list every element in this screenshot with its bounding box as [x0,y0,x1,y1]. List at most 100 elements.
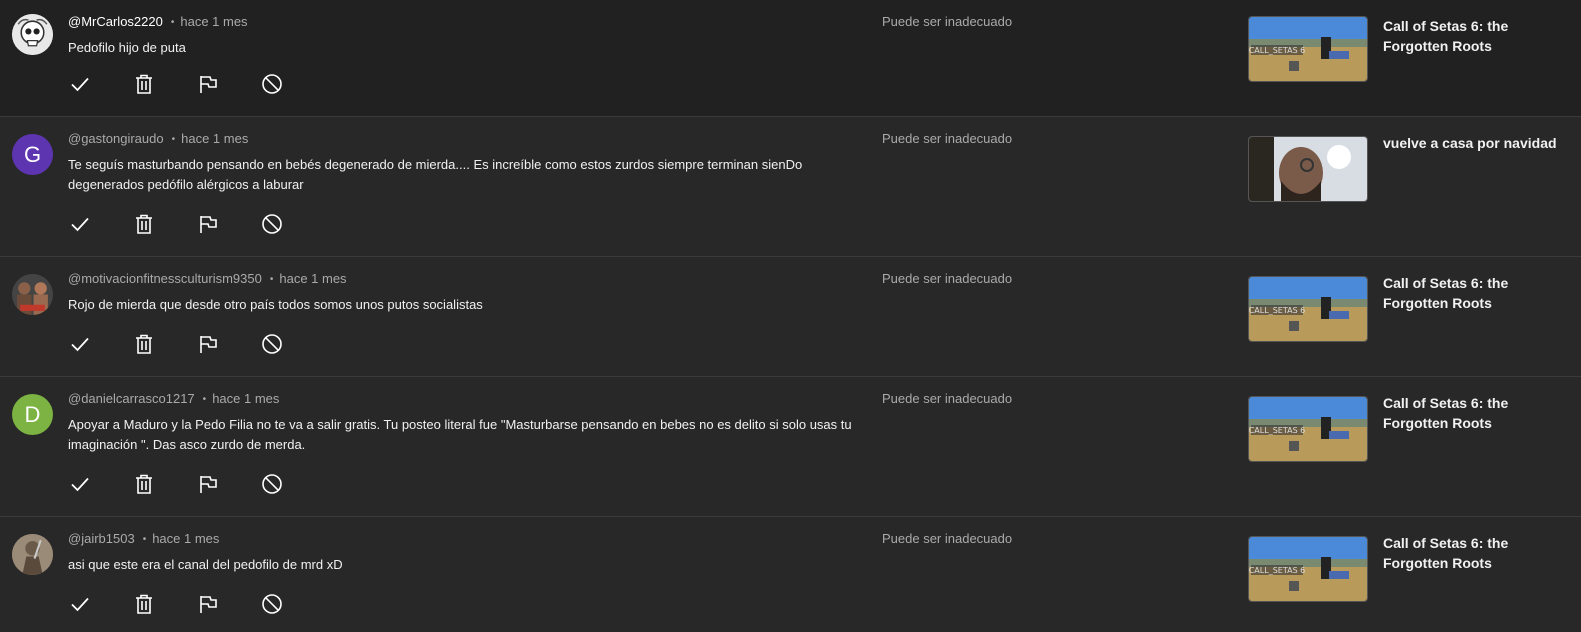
comment-time[interactable]: hace 1 mes [180,14,247,29]
flag-icon [200,476,217,493]
comment-row: @MrCarlos2220 • hace 1 mes Pedofilo hijo d… [0,0,1581,117]
approve-button[interactable] [62,326,126,362]
report-button[interactable] [190,66,254,102]
delete-button[interactable] [126,66,190,102]
meta-separator: • [171,134,176,145]
comment-text: Apoyar a Maduro y la Pedo Filia no te va… [68,417,852,452]
delete-button[interactable] [126,326,190,362]
block-icon [262,474,282,494]
check-icon [71,337,89,352]
comment-meta: @gastongiraudo • hace 1 mes [68,131,248,146]
flag-icon [200,596,217,613]
svg-text:CALL_SETAS 6: CALL_SETAS 6 [1249,306,1305,315]
hide-user-button[interactable] [254,466,318,502]
video-thumbnail-image: CALL_SETAS 6 [1249,277,1367,341]
avatar[interactable] [12,534,53,575]
approve-button[interactable] [62,586,126,622]
trash-icon [136,74,152,94]
report-button[interactable] [190,466,254,502]
avatar-letter: G [23,141,42,167]
avatar[interactable]: G [12,134,53,175]
comment-actions [62,466,318,502]
comment-meta: @MrCarlos2220 • hace 1 mes [68,14,248,29]
status-label: Puede ser inadecuado [882,14,1013,29]
video-thumbnail[interactable]: CALL_SETAS 6 [1248,276,1368,342]
video-title[interactable]: Call of Setas 6: the Forgotten Roots [1383,533,1568,573]
delete-button[interactable] [126,466,190,502]
trash-icon [136,594,152,614]
comment-time[interactable]: hace 1 mes [181,131,248,146]
video-thumbnail-image: CALL_SETAS 6 [1249,397,1367,461]
trash-icon [136,474,152,494]
report-button[interactable] [190,326,254,362]
check-icon [71,77,89,92]
status-label: Puede ser inadecuado [882,131,1013,146]
check-icon [71,477,89,492]
comment-row: G @gastongiraudo • hace 1 mes Te seguís ma… [0,117,1581,257]
video-thumbnail[interactable]: CALL_SETAS 6 [1248,396,1368,462]
statue-avatar-icon [12,534,53,575]
svg-text:CALL_SETAS 6: CALL_SETAS 6 [1249,46,1305,55]
comment-text: Rojo de mierda que desde otro país todos… [68,297,483,312]
hide-user-button[interactable] [254,586,318,622]
video-thumbnail[interactable] [1248,136,1368,202]
meta-separator: • [142,534,147,545]
comment-author[interactable]: @danielcarrasco1217 [68,391,195,406]
comment-row: @jairb1503 • hace 1 mes asi que este era e… [0,517,1581,632]
video-thumbnail[interactable]: CALL_SETAS 6 [1248,16,1368,82]
comment-time[interactable]: hace 1 mes [152,531,219,546]
comment-text: Te seguís masturbando pensando en bebés … [68,157,803,192]
meta-separator: • [202,394,207,405]
block-icon [262,334,282,354]
svg-text:CALL_SETAS 6: CALL_SETAS 6 [1249,426,1305,435]
fighters-avatar-icon [12,274,53,315]
trash-icon [136,334,152,354]
block-icon [262,74,282,94]
flag-icon [200,336,217,353]
comment-time[interactable]: hace 1 mes [212,391,279,406]
delete-button[interactable] [126,206,190,242]
check-icon [71,597,89,612]
comment-author[interactable]: @gastongiraudo [68,131,164,146]
avatar[interactable] [12,14,53,55]
hide-user-button[interactable] [254,66,318,102]
avatar[interactable] [12,274,53,315]
comment-actions [62,326,318,362]
comment-actions [62,586,318,622]
comment-row: D @danielcarrasco1217 • hace 1 mes Apoyar … [0,377,1581,517]
comment-text: Pedofilo hijo de puta [68,40,186,55]
skull-avatar-icon [12,14,53,55]
block-icon [262,594,282,614]
video-thumbnail-image: CALL_SETAS 6 [1249,537,1367,601]
comment-author[interactable]: @motivacionfitnessculturism9350 [68,271,262,286]
comment-author[interactable]: @jairb1503 [68,531,135,546]
flag-icon [200,216,217,233]
comment-row: @motivacionfitnessculturism9350 • hace 1 m… [0,257,1581,377]
comment-text: asi que este era el canal del pedofilo d… [68,557,343,572]
block-icon [262,214,282,234]
status-label: Puede ser inadecuado [882,271,1013,286]
comment-meta: @danielcarrasco1217 • hace 1 mes [68,391,279,406]
delete-button[interactable] [126,586,190,622]
hide-user-button[interactable] [254,326,318,362]
comment-time[interactable]: hace 1 mes [279,271,346,286]
report-button[interactable] [190,586,254,622]
status-label: Puede ser inadecuado [882,531,1013,546]
check-icon [71,217,89,232]
video-title[interactable]: Call of Setas 6: the Forgotten Roots [1383,16,1568,56]
hide-user-button[interactable] [254,206,318,242]
comment-author[interactable]: @MrCarlos2220 [68,14,163,29]
report-button[interactable] [190,206,254,242]
video-thumbnail-image [1249,137,1367,201]
approve-button[interactable] [62,466,126,502]
video-title[interactable]: vuelve a casa por navidad [1383,133,1568,153]
avatar[interactable]: D [12,394,53,435]
video-title[interactable]: Call of Setas 6: the Forgotten Roots [1383,273,1568,313]
avatar-letter: D [24,401,41,427]
video-thumbnail[interactable]: CALL_SETAS 6 [1248,536,1368,602]
approve-button[interactable] [62,206,126,242]
meta-separator: • [269,274,274,285]
approve-button[interactable] [62,66,126,102]
comment-list: @MrCarlos2220 • hace 1 mes Pedofilo hijo d… [0,0,1581,632]
video-title[interactable]: Call of Setas 6: the Forgotten Roots [1383,393,1568,433]
